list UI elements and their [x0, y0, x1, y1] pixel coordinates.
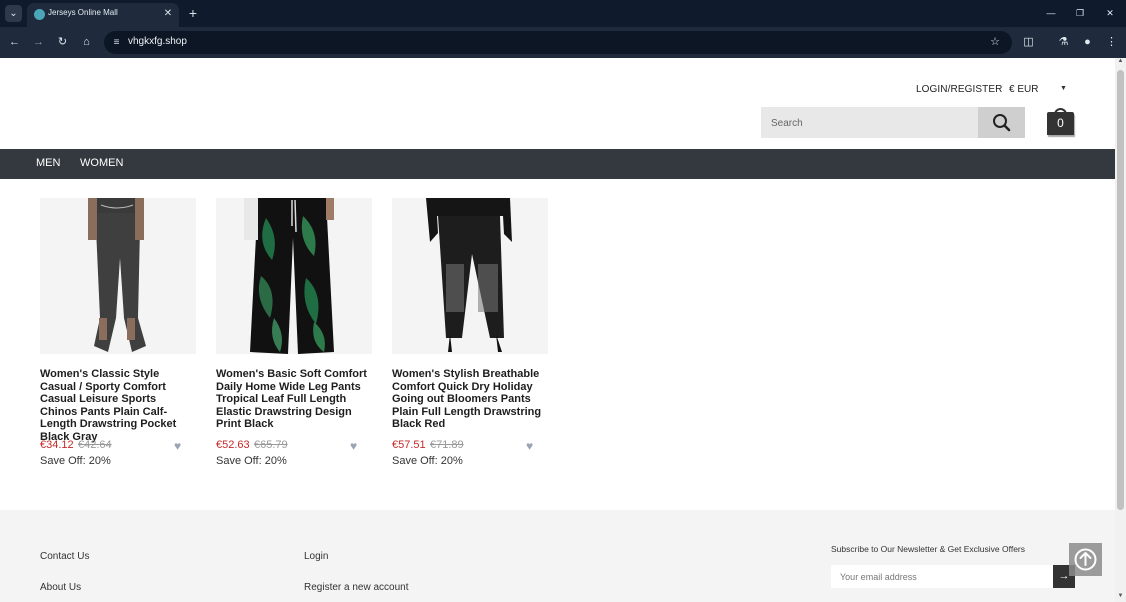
arrow-right-icon[interactable]: → [31, 35, 46, 50]
nav-item-men[interactable]: MEN [36, 157, 60, 169]
reload-icon[interactable]: ↻ [55, 35, 70, 50]
restore-icon[interactable]: ❐ [1073, 6, 1087, 20]
page-scrollbar[interactable]: ▲ ▼ [1115, 58, 1126, 602]
scroll-up-icon[interactable]: ▲ [1117, 58, 1124, 65]
original-price: €71.89 [430, 439, 464, 451]
arrow-left-icon[interactable]: ← [7, 35, 22, 50]
browser-chrome: ⌄ Jerseys Online Mall ✕ + — ❐ ✕ ← → ↻ ⌂ … [0, 0, 1126, 58]
product-image[interactable] [392, 198, 548, 354]
arrow-right-icon: → [1058, 570, 1070, 582]
star-icon[interactable]: ☆ [988, 35, 1002, 49]
puzzle-icon[interactable]: ◫ [1021, 35, 1036, 50]
current-price: €57.51 [392, 439, 426, 451]
chevron-down-icon[interactable]: ⌄ [5, 5, 22, 22]
page: LOGIN/REGISTER € EUR ▼ Search 0 MEN WOME… [0, 58, 1115, 602]
search-placeholder: Search [771, 118, 803, 129]
login-register-link[interactable]: LOGIN/REGISTER [916, 84, 1002, 95]
site-info-icon[interactable]: ≡ [110, 36, 123, 49]
site-favicon-icon [34, 9, 45, 20]
heart-icon[interactable]: ♥ [526, 440, 533, 452]
active-tab[interactable]: Jerseys Online Mall ✕ [27, 3, 179, 27]
url-text[interactable]: vhgkxfg.shop [128, 36, 187, 47]
tab-strip: ⌄ Jerseys Online Mall ✕ + — ❐ ✕ [0, 0, 1126, 27]
close-window-icon[interactable]: ✕ [1103, 6, 1117, 20]
product-photo [216, 198, 372, 354]
footer-link-register[interactable]: Register a new account [304, 582, 409, 593]
cart-button[interactable]: 0 [1047, 112, 1074, 135]
scrollbar-thumb[interactable] [1117, 70, 1124, 510]
home-icon[interactable]: ⌂ [79, 35, 94, 50]
back-to-top-button[interactable] [1069, 543, 1102, 576]
save-off-label: Save Off: 20% [40, 455, 111, 467]
currency-selector[interactable]: € EUR [1009, 84, 1038, 95]
search-icon [993, 114, 1011, 132]
newsletter-label: Subscribe to Our Newsletter & Get Exclus… [831, 544, 1025, 554]
heart-icon[interactable]: ♥ [174, 440, 181, 452]
product-title[interactable]: Women's Stylish Breathable Comfort Quick… [392, 368, 548, 431]
save-off-label: Save Off: 20% [216, 455, 287, 467]
arrow-up-circle-icon [1074, 548, 1097, 571]
footer-link-login[interactable]: Login [304, 551, 328, 562]
footer-link-contact[interactable]: Contact Us [40, 551, 89, 562]
product-card[interactable]: Women's Basic Soft Comfort Daily Home Wi… [216, 198, 372, 483]
product-card[interactable]: Women's Classic Style Casual / Sporty Co… [40, 198, 196, 483]
caret-down-icon[interactable]: ▼ [1060, 85, 1067, 92]
footer-link-about[interactable]: About Us [40, 582, 81, 593]
kebab-menu-icon[interactable]: ⋮ [1104, 35, 1119, 50]
nav-item-women[interactable]: WOMEN [80, 157, 123, 169]
product-title[interactable]: Women's Basic Soft Comfort Daily Home Wi… [216, 368, 372, 431]
tab-title: Jerseys Online Mall [48, 8, 118, 17]
product-card[interactable]: Women's Stylish Breathable Comfort Quick… [392, 198, 548, 483]
current-price: €52.63 [216, 439, 250, 451]
main-nav: MEN WOMEN [0, 149, 1115, 179]
original-price: €42.64 [78, 439, 112, 451]
profile-icon[interactable]: ● [1080, 35, 1095, 50]
plus-icon[interactable]: + [185, 5, 201, 21]
address-bar[interactable]: ≡ vhgkxfg.shop ☆ [104, 31, 1012, 54]
flask-icon[interactable]: ⚗ [1056, 35, 1071, 50]
scroll-down-icon[interactable]: ▼ [1117, 593, 1124, 600]
close-icon[interactable]: ✕ [161, 7, 175, 21]
current-price: €34.12 [40, 439, 74, 451]
browser-toolbar: ← → ↻ ⌂ ≡ vhgkxfg.shop ☆ ◫ ⚗ ● ⋮ [0, 27, 1126, 58]
product-photo [392, 198, 548, 354]
heart-icon[interactable]: ♥ [350, 440, 357, 452]
email-placeholder: Your email address [840, 572, 917, 582]
product-image[interactable] [40, 198, 196, 354]
product-photo [40, 198, 196, 354]
product-title[interactable]: Women's Classic Style Casual / Sporty Co… [40, 368, 196, 444]
search-button[interactable] [978, 107, 1025, 138]
save-off-label: Save Off: 20% [392, 455, 463, 467]
footer: Contact Us About Us Login Register a new… [0, 510, 1115, 602]
minimize-icon[interactable]: — [1044, 6, 1058, 20]
original-price: €65.79 [254, 439, 288, 451]
product-image[interactable] [216, 198, 372, 354]
